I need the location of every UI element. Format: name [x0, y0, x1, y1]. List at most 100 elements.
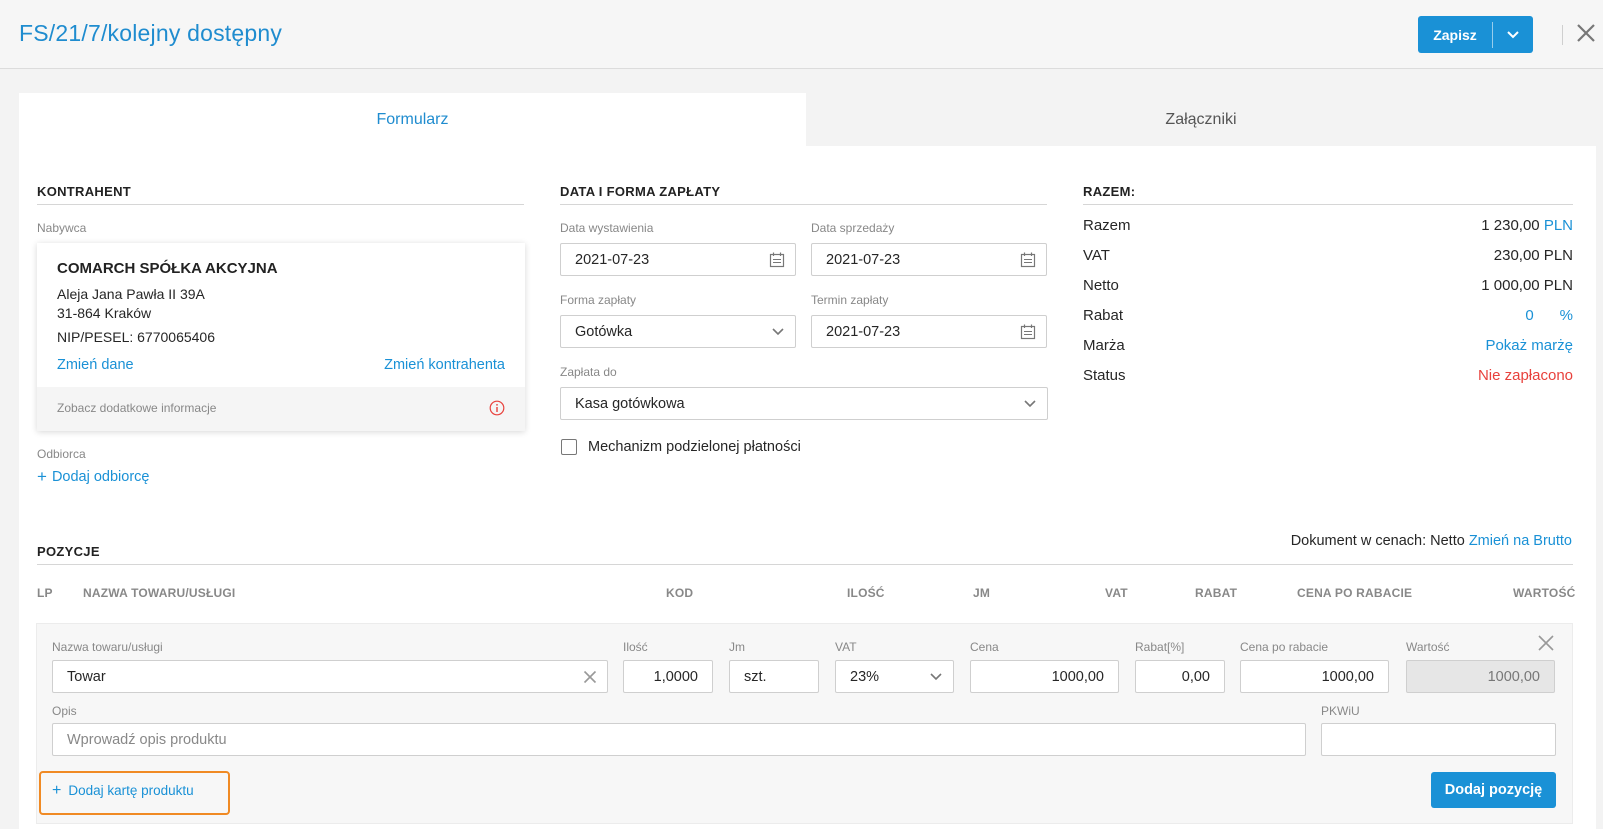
total-amount: 1 230,00 PLN: [1481, 217, 1573, 234]
price-after-discount-input[interactable]: 1000,00: [1240, 660, 1389, 693]
calendar-icon[interactable]: [1020, 324, 1036, 340]
add-product-card-label: Dodaj kartę produktu: [68, 783, 194, 798]
tab-attachments[interactable]: Załączniki: [806, 93, 1596, 146]
total-value: 1 230,00: [1481, 217, 1540, 234]
buyer-address-line2: 31-864 Kraków: [57, 305, 152, 321]
info-button[interactable]: [489, 400, 505, 419]
add-position-button[interactable]: Dodaj pozycję: [1431, 772, 1556, 808]
discount-value-link[interactable]: 0%: [1525, 307, 1573, 324]
line-value-label: Wartość: [1406, 640, 1450, 654]
unit-label: Jm: [729, 640, 745, 654]
description-label: Opis: [52, 704, 77, 718]
clear-icon[interactable]: [583, 670, 597, 684]
product-name-input[interactable]: Towar: [52, 660, 608, 693]
switch-to-gross-link[interactable]: Zmień na Brutto: [1469, 533, 1572, 549]
chevron-down-icon: [929, 672, 943, 682]
column-header-code: KOD: [666, 586, 694, 600]
price-value: 1000,00: [1051, 668, 1104, 685]
close-button[interactable]: [1575, 22, 1597, 44]
margin-label: Marża: [1083, 337, 1125, 354]
vat-label: VAT: [1083, 247, 1110, 264]
header-divider: [1562, 25, 1563, 45]
issue-date-input[interactable]: 2021-07-23: [560, 243, 796, 276]
save-button[interactable]: Zapisz: [1418, 27, 1492, 43]
vat-rate-select[interactable]: 23%: [835, 660, 954, 693]
change-data-link[interactable]: Zmień dane: [57, 357, 134, 373]
buyer-card: COMARCH SPÓŁKA AKCYJNA Aleja Jana Pawła …: [37, 243, 525, 431]
due-date-label: Termin zapłaty: [811, 293, 889, 307]
unit-value: szt.: [744, 668, 767, 685]
summary-status-row: Status Nie zapłacono: [1083, 367, 1573, 389]
add-product-card-link[interactable]: + Dodaj kartę produktu: [52, 782, 194, 798]
close-position-button[interactable]: [1537, 634, 1555, 655]
payment-section-title: DATA I FORMA ZAPŁATY: [560, 184, 721, 199]
contractor-section-title: KONTRAHENT: [37, 184, 131, 199]
positions-section-title: POZYCJE: [37, 544, 100, 559]
quantity-input[interactable]: 1,0000: [623, 660, 713, 693]
payment-form-select[interactable]: Gotówka: [560, 315, 796, 348]
vat-rate-label: VAT: [835, 640, 857, 654]
discount-percent-value: 0,00: [1181, 668, 1210, 685]
sale-date-input[interactable]: 2021-07-23: [811, 243, 1047, 276]
discount-value: 0: [1525, 307, 1534, 324]
price-label: Cena: [970, 640, 999, 654]
chevron-down-icon: [771, 327, 785, 337]
tab-form[interactable]: Formularz: [19, 93, 806, 146]
section-divider: [560, 204, 1047, 205]
price-input[interactable]: 1000,00: [970, 660, 1119, 693]
discount-unit: %: [1559, 307, 1573, 324]
price-after-discount-label: Cena po rabacie: [1240, 640, 1329, 654]
discount-percent-input[interactable]: 0,00: [1135, 660, 1225, 693]
page-title: FS/21/7/kolejny dostępny: [19, 20, 283, 46]
discount-label: Rabat: [1083, 307, 1124, 324]
currency-link[interactable]: PLN: [1544, 217, 1573, 234]
header-bar: FS/21/7/kolejny dostępny Zapisz: [0, 0, 1603, 69]
status-label: Status: [1083, 367, 1126, 384]
vat-value: 230,00 PLN: [1493, 247, 1573, 264]
price-after-discount-value: 1000,00: [1321, 668, 1374, 685]
quantity-label: Ilość: [623, 640, 648, 654]
payment-form-value: Gotówka: [575, 323, 633, 340]
pkwiu-input[interactable]: [1321, 723, 1556, 756]
due-date-input[interactable]: 2021-07-23: [811, 315, 1047, 348]
summary-vat-row: VAT 230,00 PLN: [1083, 247, 1573, 269]
prices-mode: Dokument w cenach: Netto Zmień na Brutto: [1291, 533, 1572, 549]
add-recipient-link[interactable]: + Dodaj odbiorcę: [37, 467, 150, 486]
description-input[interactable]: Wprowadź opis produktu: [52, 723, 1306, 756]
buyer-label: Nabywca: [37, 221, 87, 235]
unit-input[interactable]: szt.: [729, 660, 819, 693]
calendar-icon[interactable]: [769, 252, 785, 268]
sale-date-value: 2021-07-23: [826, 251, 901, 268]
more-info-link[interactable]: Zobacz dodatkowe informacje: [57, 401, 216, 415]
change-contractor-link[interactable]: Zmień kontrahenta: [384, 357, 505, 373]
chevron-down-icon: [1507, 30, 1519, 38]
description-placeholder: Wprowadź opis produktu: [67, 731, 227, 748]
buyer-card-footer: Zobacz dodatkowe informacje: [37, 387, 525, 431]
summary-net-row: Netto 1 000,00 PLN: [1083, 277, 1573, 299]
section-divider: [37, 564, 1573, 565]
pay-to-select[interactable]: Kasa gotówkowa: [560, 387, 1048, 420]
sale-date-label: Data sprzedaży: [811, 221, 895, 235]
quantity-value: 1,0000: [653, 668, 698, 685]
chevron-down-icon: [1023, 399, 1037, 409]
product-name-value: Towar: [67, 668, 106, 685]
column-header-lp: LP: [37, 586, 53, 600]
line-value: 1000,00: [1487, 668, 1540, 685]
section-divider: [37, 204, 524, 205]
add-recipient-label: Dodaj odbiorcę: [51, 469, 150, 485]
column-header-quantity: ILOŚĆ: [847, 586, 885, 600]
pay-to-value: Kasa gotówkowa: [575, 395, 685, 412]
recipient-label: Odbiorca: [37, 447, 86, 461]
show-margin-link[interactable]: Pokaż marżę: [1485, 337, 1573, 354]
summary-discount-row: Rabat 0%: [1083, 307, 1573, 329]
issue-date-label: Data wystawienia: [560, 221, 654, 235]
column-header-unit: JM: [973, 586, 991, 600]
pay-to-label: Zapłata do: [560, 365, 617, 379]
save-split-button: Zapisz: [1418, 16, 1533, 53]
save-options-button[interactable]: [1493, 30, 1533, 40]
column-header-price-after-discount: CENA PO RABACIE: [1297, 586, 1413, 600]
buyer-name: COMARCH SPÓŁKA AKCYJNA: [57, 260, 278, 277]
calendar-icon[interactable]: [1020, 252, 1036, 268]
plus-icon: +: [37, 467, 47, 486]
split-payment-checkbox[interactable]: [561, 439, 577, 455]
